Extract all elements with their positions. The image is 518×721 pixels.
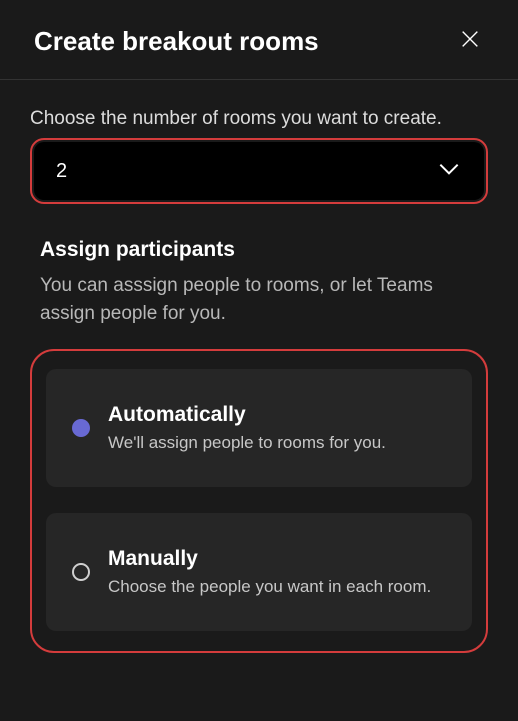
assign-option-title: Manually [108,547,452,571]
assign-section-description: You can asssign people to rooms, or let … [30,272,488,327]
dialog-header: Create breakout rooms [0,0,518,80]
assign-options-highlight: Automatically We'll assign people to roo… [30,349,488,653]
dialog-body: Choose the number of rooms you want to c… [0,80,518,653]
assign-option-text: Manually Choose the people you want in e… [108,547,452,597]
radio-unselected-icon [72,563,90,581]
assign-section-title: Assign participants [30,238,488,262]
radio-selected-icon [72,419,90,437]
room-count-select[interactable]: 2 [34,142,484,200]
assign-option-title: Automatically [108,403,452,427]
room-count-highlight: 2 [30,138,488,204]
assign-option-text: Automatically We'll assign people to roo… [108,403,452,453]
assign-option-description: We'll assign people to rooms for you. [108,433,452,453]
room-count-prompt: Choose the number of rooms you want to c… [30,108,488,130]
close-icon [459,28,481,55]
assign-option-automatically[interactable]: Automatically We'll assign people to roo… [46,369,472,487]
dialog-title: Create breakout rooms [34,26,319,57]
room-count-value: 2 [56,160,67,183]
assign-option-description: Choose the people you want in each room. [108,577,452,597]
assign-option-manually[interactable]: Manually Choose the people you want in e… [46,513,472,631]
chevron-down-icon [436,156,462,187]
close-button[interactable] [456,28,484,56]
